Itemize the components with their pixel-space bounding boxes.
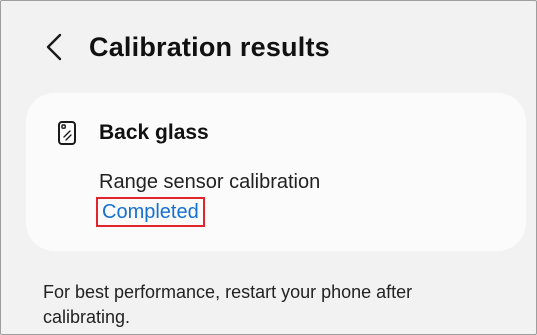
page-title: Calibration results bbox=[89, 32, 330, 62]
phone-back-glass-icon bbox=[58, 121, 76, 145]
calibration-type-label: Range sensor calibration bbox=[99, 171, 321, 193]
restart-note: For best performance, restart your phone… bbox=[43, 282, 413, 327]
app-header: Calibration results bbox=[1, 1, 536, 91]
calibration-result-card: Back glass Range sensor calibration Comp… bbox=[26, 93, 526, 251]
chevron-left-icon bbox=[46, 33, 62, 61]
status-completed: Completed bbox=[96, 197, 205, 227]
item-title: Back glass bbox=[99, 121, 209, 144]
app-screen: Calibration results Back glass Range sen… bbox=[0, 0, 537, 335]
back-button[interactable] bbox=[39, 29, 69, 65]
